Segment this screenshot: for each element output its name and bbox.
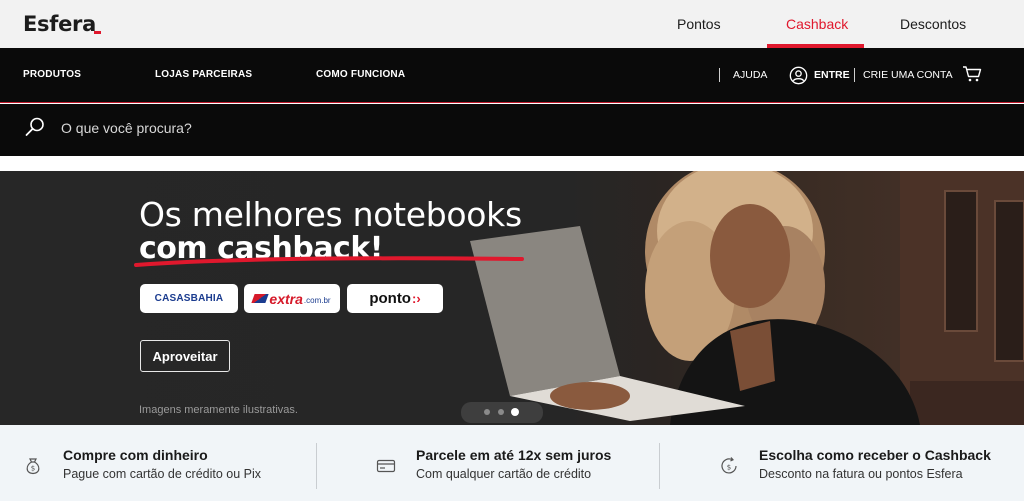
esfera-logo[interactable]: Esfera [23,12,96,36]
benefit-subtitle: Pague com cartão de crédito ou Pix [63,467,262,481]
benefit-subtitle: Com qualquer cartão de crédito [416,467,592,481]
nav-divider [854,68,855,82]
nav-produtos[interactable]: PRODUTOS [23,69,81,80]
spacer [0,156,1024,171]
extra-logo: extra [269,290,303,307]
nav-divider [719,68,720,82]
store-casasbahia[interactable]: CASASBAHIA [140,284,238,313]
benefit-title: Compre com dinheiro [63,447,208,463]
benefit-title: Escolha como receber o Cashback [759,447,991,463]
cart-icon[interactable] [962,65,982,83]
benefits-strip: $ Compre com dinheiro Pague com cartão d… [0,425,1024,501]
carousel-dot-active[interactable] [511,408,519,416]
search-input[interactable] [61,117,661,139]
hero-underline-swoosh [134,256,524,267]
extra-logo-mark [251,294,270,303]
benefit-subtitle: Desconto na fatura ou pontos Esfera [759,467,963,481]
nav-como-funciona[interactable]: COMO FUNCIONA [316,69,405,80]
search-icon[interactable] [24,116,46,138]
hero-photo [470,171,1024,425]
main-nav: PRODUTOS LOJAS PARCEIRAS COMO FUNCIONA A… [0,48,1024,103]
tab-descontos[interactable]: Descontos [900,16,966,32]
tab-pontos[interactable]: Pontos [677,16,721,32]
ponto-logo: ponto [369,290,411,307]
cashback-coin-icon: $ [721,457,737,474]
money-bag-icon: $ [26,458,40,475]
search-bar [0,104,1024,156]
tab-cashback[interactable]: Cashback [786,16,848,32]
top-bar: Esfera Pontos Cashback Descontos [0,0,1024,48]
aproveitar-button[interactable]: Aproveitar [140,340,230,372]
user-icon[interactable] [789,66,808,85]
benefit-divider [316,443,317,489]
extra-domain: .com.br [303,295,331,305]
casasbahia-logo: CASASBAHIA [154,293,224,304]
benefit-divider [659,443,660,489]
store-ponto[interactable]: ponto :› [347,284,443,313]
nav-ajuda[interactable]: AJUDA [733,69,767,81]
ponto-logo-mark: :› [411,291,421,306]
hero-disclaimer: Imagens meramente ilustrativas. [139,404,298,416]
store-extra[interactable]: extra .com.br [244,284,340,313]
svg-text:$: $ [31,465,35,473]
carousel-dot[interactable] [498,409,504,415]
benefit-title: Parcele em até 12x sem juros [416,447,612,463]
hero-banner[interactable]: Os melhores notebooks com cashback! CASA… [0,171,1024,425]
carousel-dot[interactable] [484,409,490,415]
hero-title-line1: Os melhores notebooks [139,195,522,234]
nav-lojas-parceiras[interactable]: LOJAS PARCEIRAS [155,69,252,80]
carousel-indicator [461,402,543,423]
login-link[interactable]: ENTRE [814,69,850,81]
logo-accent-mark [94,31,101,34]
svg-text:$: $ [727,464,731,472]
signup-link[interactable]: CRIE UMA CONTA [863,69,953,81]
credit-card-icon [376,459,396,473]
